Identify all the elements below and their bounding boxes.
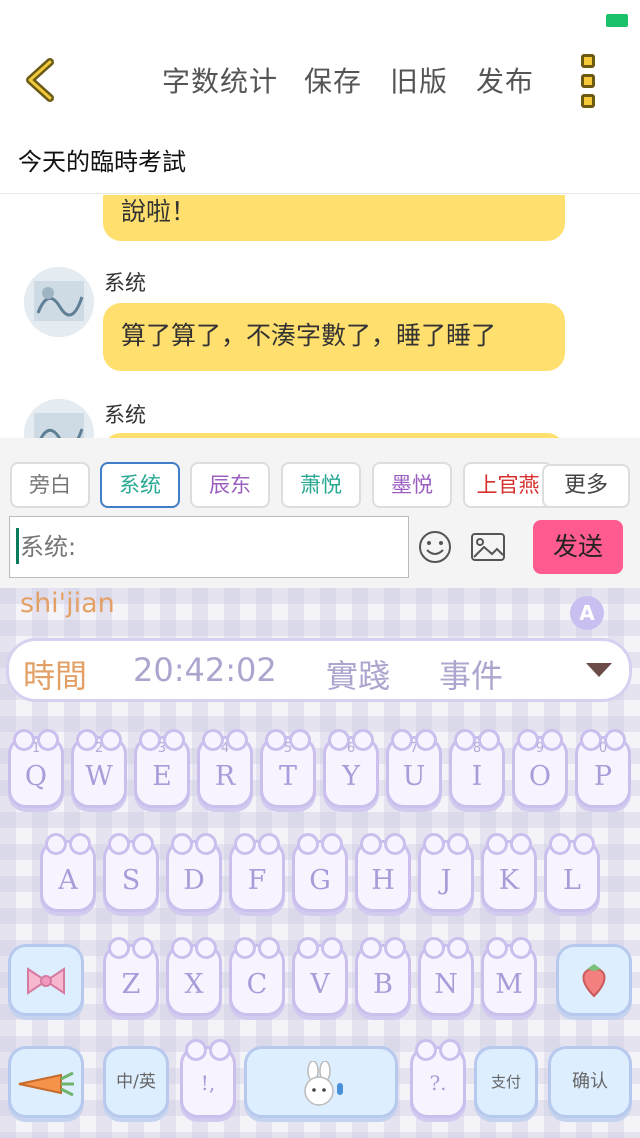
key-w[interactable]: 2W xyxy=(71,729,127,808)
key-o[interactable]: 9O xyxy=(512,729,568,808)
avatar-image xyxy=(24,399,94,438)
candidate-bar: 時間 20:42:02 實踐 事件 xyxy=(6,638,632,702)
message-bubble: 說啦！ xyxy=(103,195,565,241)
message-bubble[interactable]: 算了算了，不湊字數了，睡了睡了 xyxy=(103,303,565,371)
sender-name: 系统 xyxy=(104,403,146,427)
candidate[interactable]: 時間 xyxy=(23,651,87,697)
avatar[interactable] xyxy=(24,399,94,438)
send-button[interactable]: 发送 xyxy=(533,520,623,574)
save-button[interactable]: 保存 xyxy=(304,60,362,100)
key-u[interactable]: 7U xyxy=(386,729,442,808)
composer: 发送 xyxy=(0,510,640,588)
key-q[interactable]: 1Q xyxy=(8,729,64,808)
question-key[interactable]: ?. xyxy=(410,1039,466,1118)
message-input[interactable] xyxy=(9,516,409,578)
carrot-icon xyxy=(18,1071,74,1097)
role-chip-xiaoyue[interactable]: 萧悦 xyxy=(281,462,361,508)
keyboard: shi'jian A 時間 20:42:02 實踐 事件 1Q 2W 3E 4R… xyxy=(0,588,640,1138)
role-chip-moyue[interactable]: 墨悦 xyxy=(372,462,452,508)
old-version-button[interactable]: 旧版 xyxy=(390,60,448,100)
space-key[interactable] xyxy=(244,1046,398,1118)
document-title[interactable]: 今天的臨時考試 xyxy=(18,142,186,177)
text-cursor xyxy=(16,528,19,564)
enter-label: 确认 xyxy=(572,1071,608,1092)
key-s[interactable]: S xyxy=(103,833,159,912)
avatar[interactable] xyxy=(24,267,94,337)
key-m[interactable]: M xyxy=(481,937,537,1016)
document-title-row: 今天的臨時考試 xyxy=(0,128,640,194)
key-v[interactable]: V xyxy=(292,937,348,1016)
word-count-button[interactable]: 字数统计 xyxy=(162,60,278,100)
key-i[interactable]: 8I xyxy=(449,729,505,808)
key-z[interactable]: Z xyxy=(103,937,159,1016)
sender-name: 系统 xyxy=(104,271,146,295)
symbols-key[interactable] xyxy=(8,1046,84,1118)
key-r[interactable]: 4R xyxy=(197,729,253,808)
role-chip-system[interactable]: 系统 xyxy=(100,462,180,508)
emoji-icon[interactable] xyxy=(418,530,452,564)
battery-icon xyxy=(606,14,628,27)
key-p[interactable]: 0P xyxy=(575,729,631,808)
bunny-mic-icon xyxy=(304,1060,343,1106)
top-bar: 字数统计 保存 旧版 发布 xyxy=(0,40,640,120)
image-icon[interactable] xyxy=(470,532,506,562)
pay-label: 支付 xyxy=(490,1073,521,1091)
status-bar xyxy=(0,0,640,40)
publish-button[interactable]: 发布 xyxy=(476,60,534,100)
pinyin-composition: shi'jian xyxy=(20,588,115,619)
candidate[interactable]: 20:42:02 xyxy=(133,651,277,689)
more-roles-button[interactable]: 更多 xyxy=(542,464,630,508)
punctuation-key[interactable]: !, xyxy=(180,1039,236,1118)
bow-icon xyxy=(27,967,65,995)
message-text: 說啦！ xyxy=(121,197,197,226)
key-l[interactable]: L xyxy=(544,833,600,912)
language-switch-key[interactable]: 中/英 xyxy=(103,1046,169,1118)
candidate[interactable]: 事件 xyxy=(439,651,503,697)
avatar-image xyxy=(24,267,94,337)
keyboard-mode-icon[interactable]: A xyxy=(570,596,604,630)
more-menu-icon[interactable] xyxy=(575,54,601,110)
strawberry-icon xyxy=(582,964,606,998)
key-c[interactable]: C xyxy=(229,937,285,1016)
role-selector: 旁白 系统 辰东 萧悦 墨悦 上官燕 更多 xyxy=(0,438,640,510)
key-g[interactable]: G xyxy=(292,833,348,912)
key-f[interactable]: F xyxy=(229,833,285,912)
key-h[interactable]: H xyxy=(355,833,411,912)
key-a[interactable]: A xyxy=(40,833,96,912)
language-switch-label: 中/英 xyxy=(116,1072,156,1092)
back-arrow-icon[interactable] xyxy=(20,56,68,104)
key-x[interactable]: X xyxy=(166,937,222,1016)
candidate[interactable]: 實踐 xyxy=(326,651,390,697)
key-k[interactable]: K xyxy=(481,833,537,912)
backspace-key[interactable] xyxy=(556,944,632,1016)
expand-candidates-icon[interactable] xyxy=(586,663,612,677)
role-chip-narration[interactable]: 旁白 xyxy=(10,462,90,508)
message-text: 算了算了，不湊字數了，睡了睡了 xyxy=(121,321,497,350)
key-y[interactable]: 6Y xyxy=(323,729,379,808)
chat-area[interactable]: 說啦！ 系统 算了算了，不湊字數了，睡了睡了 系统 xyxy=(0,195,640,438)
role-chip-chendong[interactable]: 辰东 xyxy=(190,462,270,508)
enter-key[interactable]: 确认 xyxy=(548,1046,632,1118)
key-j[interactable]: J xyxy=(418,833,474,912)
key-t[interactable]: 5T xyxy=(260,729,316,808)
key-e[interactable]: 3E xyxy=(134,729,190,808)
role-chip-shangguanyan[interactable]: 上官燕 xyxy=(463,462,553,508)
key-d[interactable]: D xyxy=(166,833,222,912)
key-b[interactable]: B xyxy=(355,937,411,1016)
key-n[interactable]: N xyxy=(418,937,474,1016)
shift-key[interactable] xyxy=(8,944,84,1016)
pay-key[interactable]: 支付 xyxy=(474,1046,538,1118)
